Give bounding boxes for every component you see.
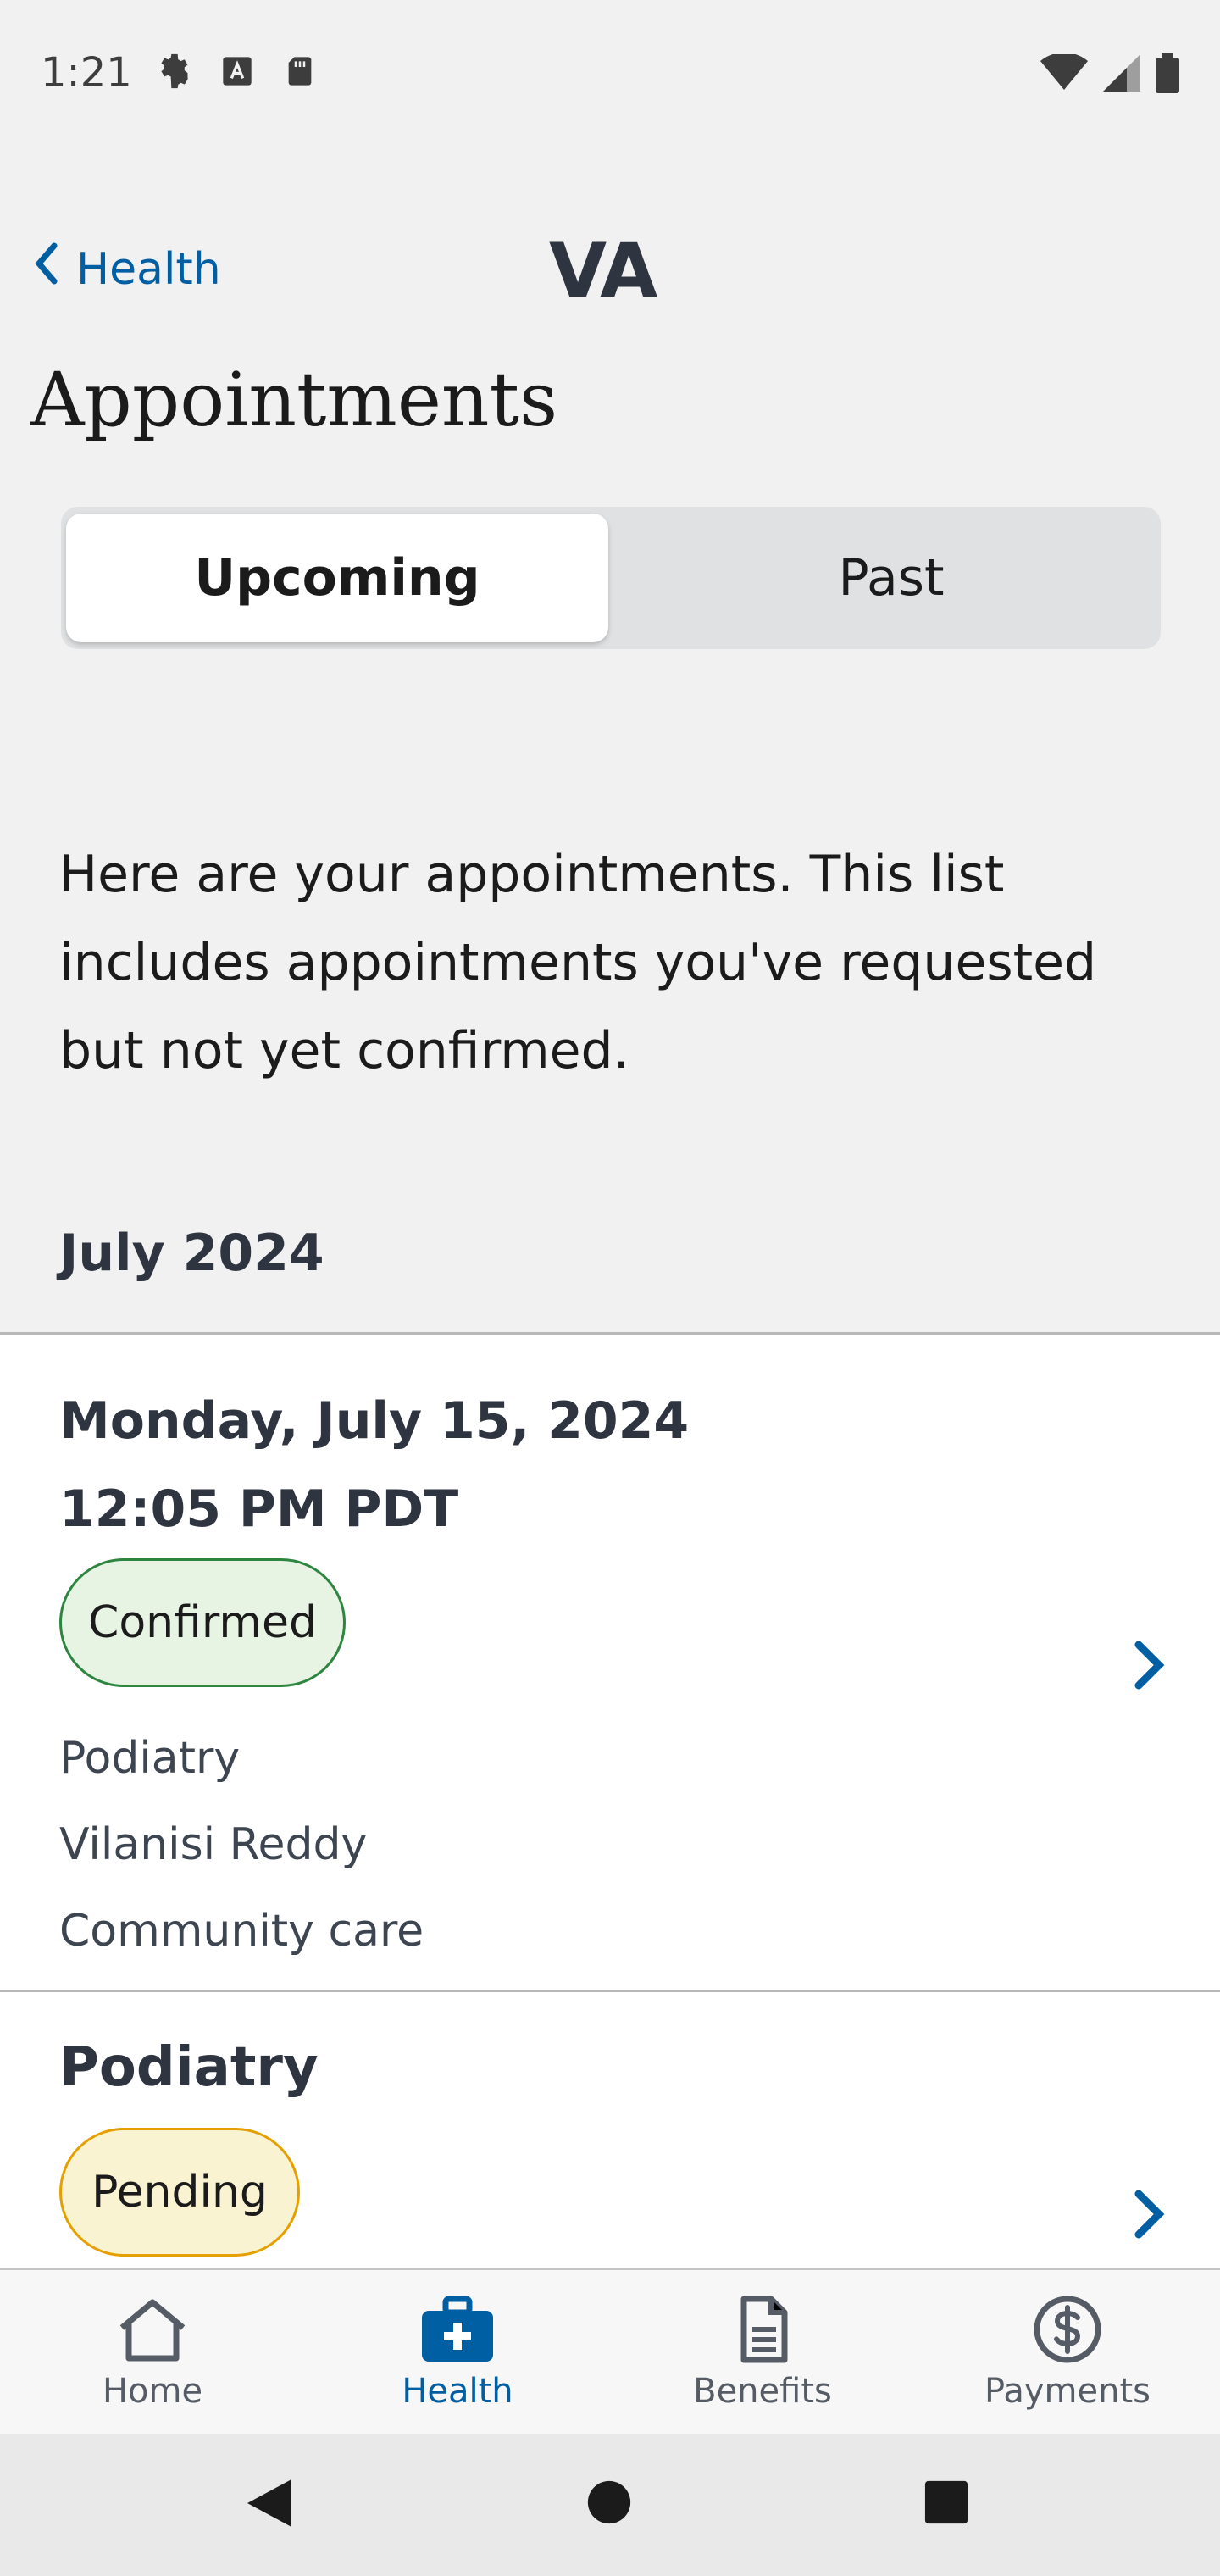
wifi-icon <box>1040 52 1088 95</box>
font-a-icon <box>219 53 256 90</box>
tab-upcoming[interactable]: Upcoming <box>66 514 608 642</box>
status-badge: Pending <box>59 2128 300 2257</box>
tab-past[interactable]: Past <box>637 514 1145 642</box>
sd-card-icon <box>281 53 319 90</box>
appointment-card[interactable]: Podiatry Pending <box>0 1990 1220 2269</box>
appointment-location: Community care <box>59 1906 424 1957</box>
status-time: 1:21 <box>41 49 132 97</box>
nav-home[interactable]: Home <box>0 2270 305 2434</box>
document-icon <box>740 2296 788 2363</box>
battery-icon <box>1156 53 1179 97</box>
page-title: Appointments <box>30 356 558 443</box>
recents-square-icon[interactable] <box>923 2479 969 2525</box>
chevron-right-icon <box>1134 2190 1165 2239</box>
back-link-label: Health <box>76 243 221 295</box>
home-icon <box>119 2299 186 2362</box>
va-logo: VA <box>549 227 657 314</box>
chevron-left-icon <box>34 242 59 296</box>
system-nav-bar <box>0 2434 1220 2576</box>
month-header: July 2024 <box>59 1224 324 1283</box>
back-to-health-link[interactable]: Health <box>34 242 221 296</box>
appointment-type: Podiatry <box>59 2036 319 2099</box>
back-triangle-icon[interactable] <box>244 2476 295 2530</box>
home-circle-icon[interactable] <box>585 2478 634 2527</box>
nav-label: Health <box>402 2372 513 2411</box>
status-icons-right <box>1040 52 1179 97</box>
status-badge: Confirmed <box>59 1558 346 1687</box>
appointment-date: Monday, July 15, 2024 <box>59 1391 690 1451</box>
appointment-datetime: Monday, July 15, 2024 12:05 PM PDT <box>59 1377 689 1553</box>
nav-label: Payments <box>984 2372 1151 2411</box>
medical-kit-icon <box>422 2296 493 2362</box>
gear-icon <box>156 53 193 90</box>
nav-benefits[interactable]: Benefits <box>610 2270 915 2434</box>
appointments-tab-control: Upcoming Past <box>61 507 1161 649</box>
nav-payments[interactable]: Payments <box>915 2270 1220 2434</box>
intro-text: Here are your appointments. This list in… <box>59 845 1097 1080</box>
nav-health[interactable]: Health <box>305 2270 610 2434</box>
nav-label: Home <box>102 2372 203 2411</box>
chevron-right-icon <box>1134 1641 1165 1690</box>
appointment-type: Podiatry <box>59 1733 241 1784</box>
status-bar: 1:21 <box>0 0 1220 146</box>
bottom-nav: Home Health Benefits Payments <box>0 2268 1220 2434</box>
appointment-time: 12:05 PM PDT <box>59 1480 459 1539</box>
signal-icon <box>1103 54 1140 95</box>
dollar-circle-icon <box>1034 2296 1101 2363</box>
appointment-card[interactable]: Monday, July 15, 2024 12:05 PM PDT Confi… <box>0 1332 1220 1991</box>
nav-label: Benefits <box>693 2372 832 2411</box>
status-icons-left <box>156 53 319 90</box>
appointment-provider: Vilanisi Reddy <box>59 1819 368 1870</box>
